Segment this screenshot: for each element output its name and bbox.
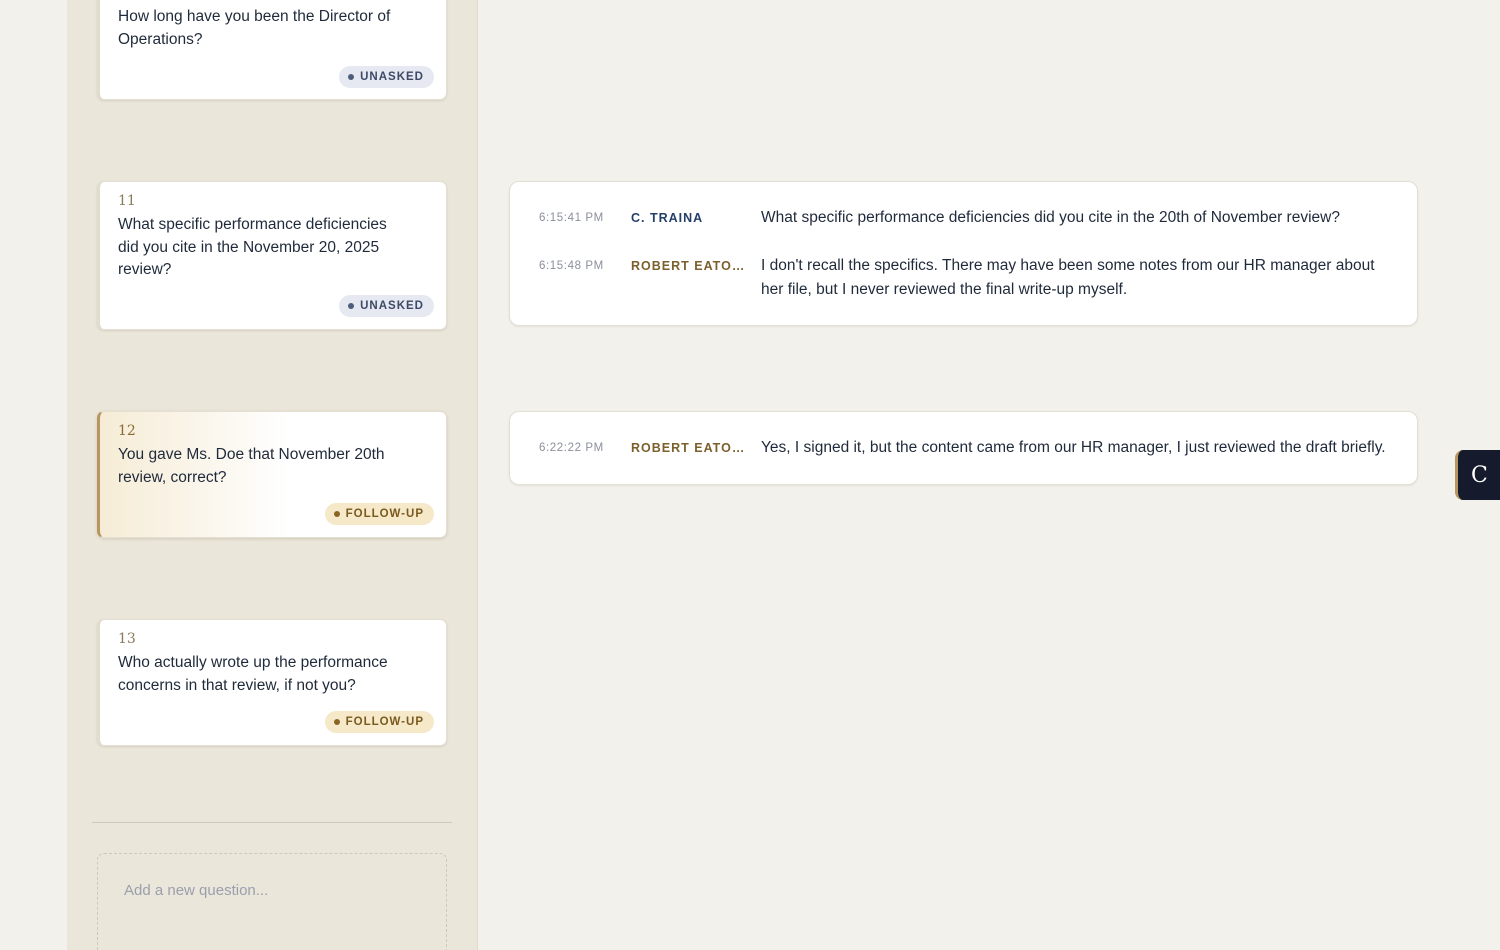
status-label: FOLLOW-UP — [345, 716, 424, 728]
new-question-input[interactable] — [124, 882, 424, 899]
question-card[interactable]: 13 Who actually wrote up the performance… — [97, 619, 447, 746]
status-badge[interactable]: UNASKED — [339, 66, 434, 88]
transcript-speaker: ROBERT EATON, … — [631, 259, 749, 273]
question-text: What specific performance deficiencies d… — [118, 216, 387, 278]
question-number: 11 — [118, 193, 136, 209]
transcript-timestamp: 6:22:22 PM — [539, 442, 604, 454]
status-badge[interactable]: FOLLOW-UP — [324, 503, 434, 525]
status-badge[interactable]: UNASKED — [339, 295, 434, 317]
status-badge[interactable]: FOLLOW-UP — [324, 711, 434, 733]
status-dot-icon — [348, 74, 355, 80]
transcript-text: Yes, I signed it, but the content came f… — [761, 439, 1386, 456]
question-text: You gave Ms. Doe that November 20th revi… — [118, 446, 385, 486]
left-gutter — [0, 0, 67, 950]
status-dot-icon — [348, 303, 355, 309]
transcript-timestamp: 6:15:41 PM — [539, 212, 604, 224]
transcript-timestamp: 6:15:48 PM — [539, 260, 604, 272]
new-question-box[interactable] — [97, 853, 447, 950]
status-dot-icon — [333, 719, 340, 725]
side-tab-label: C — [1471, 462, 1488, 488]
transcript-speaker: C. TRAINA — [631, 211, 704, 225]
question-number: 12 — [118, 423, 136, 439]
transcript-text: What specific performance deficiencies d… — [761, 209, 1340, 226]
question-text: How long have you been the Director of O… — [118, 8, 391, 48]
status-label: UNASKED — [360, 300, 424, 312]
question-number: 13 — [118, 631, 136, 647]
transcript-text: I don't recall the specifics. There may … — [761, 257, 1375, 298]
status-label: FOLLOW-UP — [345, 508, 424, 520]
question-card[interactable]: How long have you been the Director of O… — [97, 0, 447, 100]
transcript-block: 6:15:41 PM C. TRAINA What specific perfo… — [509, 181, 1418, 326]
status-label: UNASKED — [360, 71, 424, 83]
question-text: Who actually wrote up the performance co… — [118, 654, 388, 694]
transcript-block: 6:22:22 PM ROBERT EATON, … Yes, I signed… — [509, 411, 1418, 485]
question-card-active[interactable]: 12 You gave Ms. Doe that November 20th r… — [97, 411, 447, 538]
question-card[interactable]: 11 What specific performance deficiencie… — [97, 181, 447, 330]
question-sidebar[interactable]: How long have you been the Director of O… — [67, 0, 478, 950]
sidebar-divider — [92, 822, 452, 823]
side-panel-toggle[interactable]: C — [1455, 450, 1500, 500]
transcript-speaker: ROBERT EATON, … — [631, 441, 749, 455]
status-dot-icon — [333, 511, 340, 517]
